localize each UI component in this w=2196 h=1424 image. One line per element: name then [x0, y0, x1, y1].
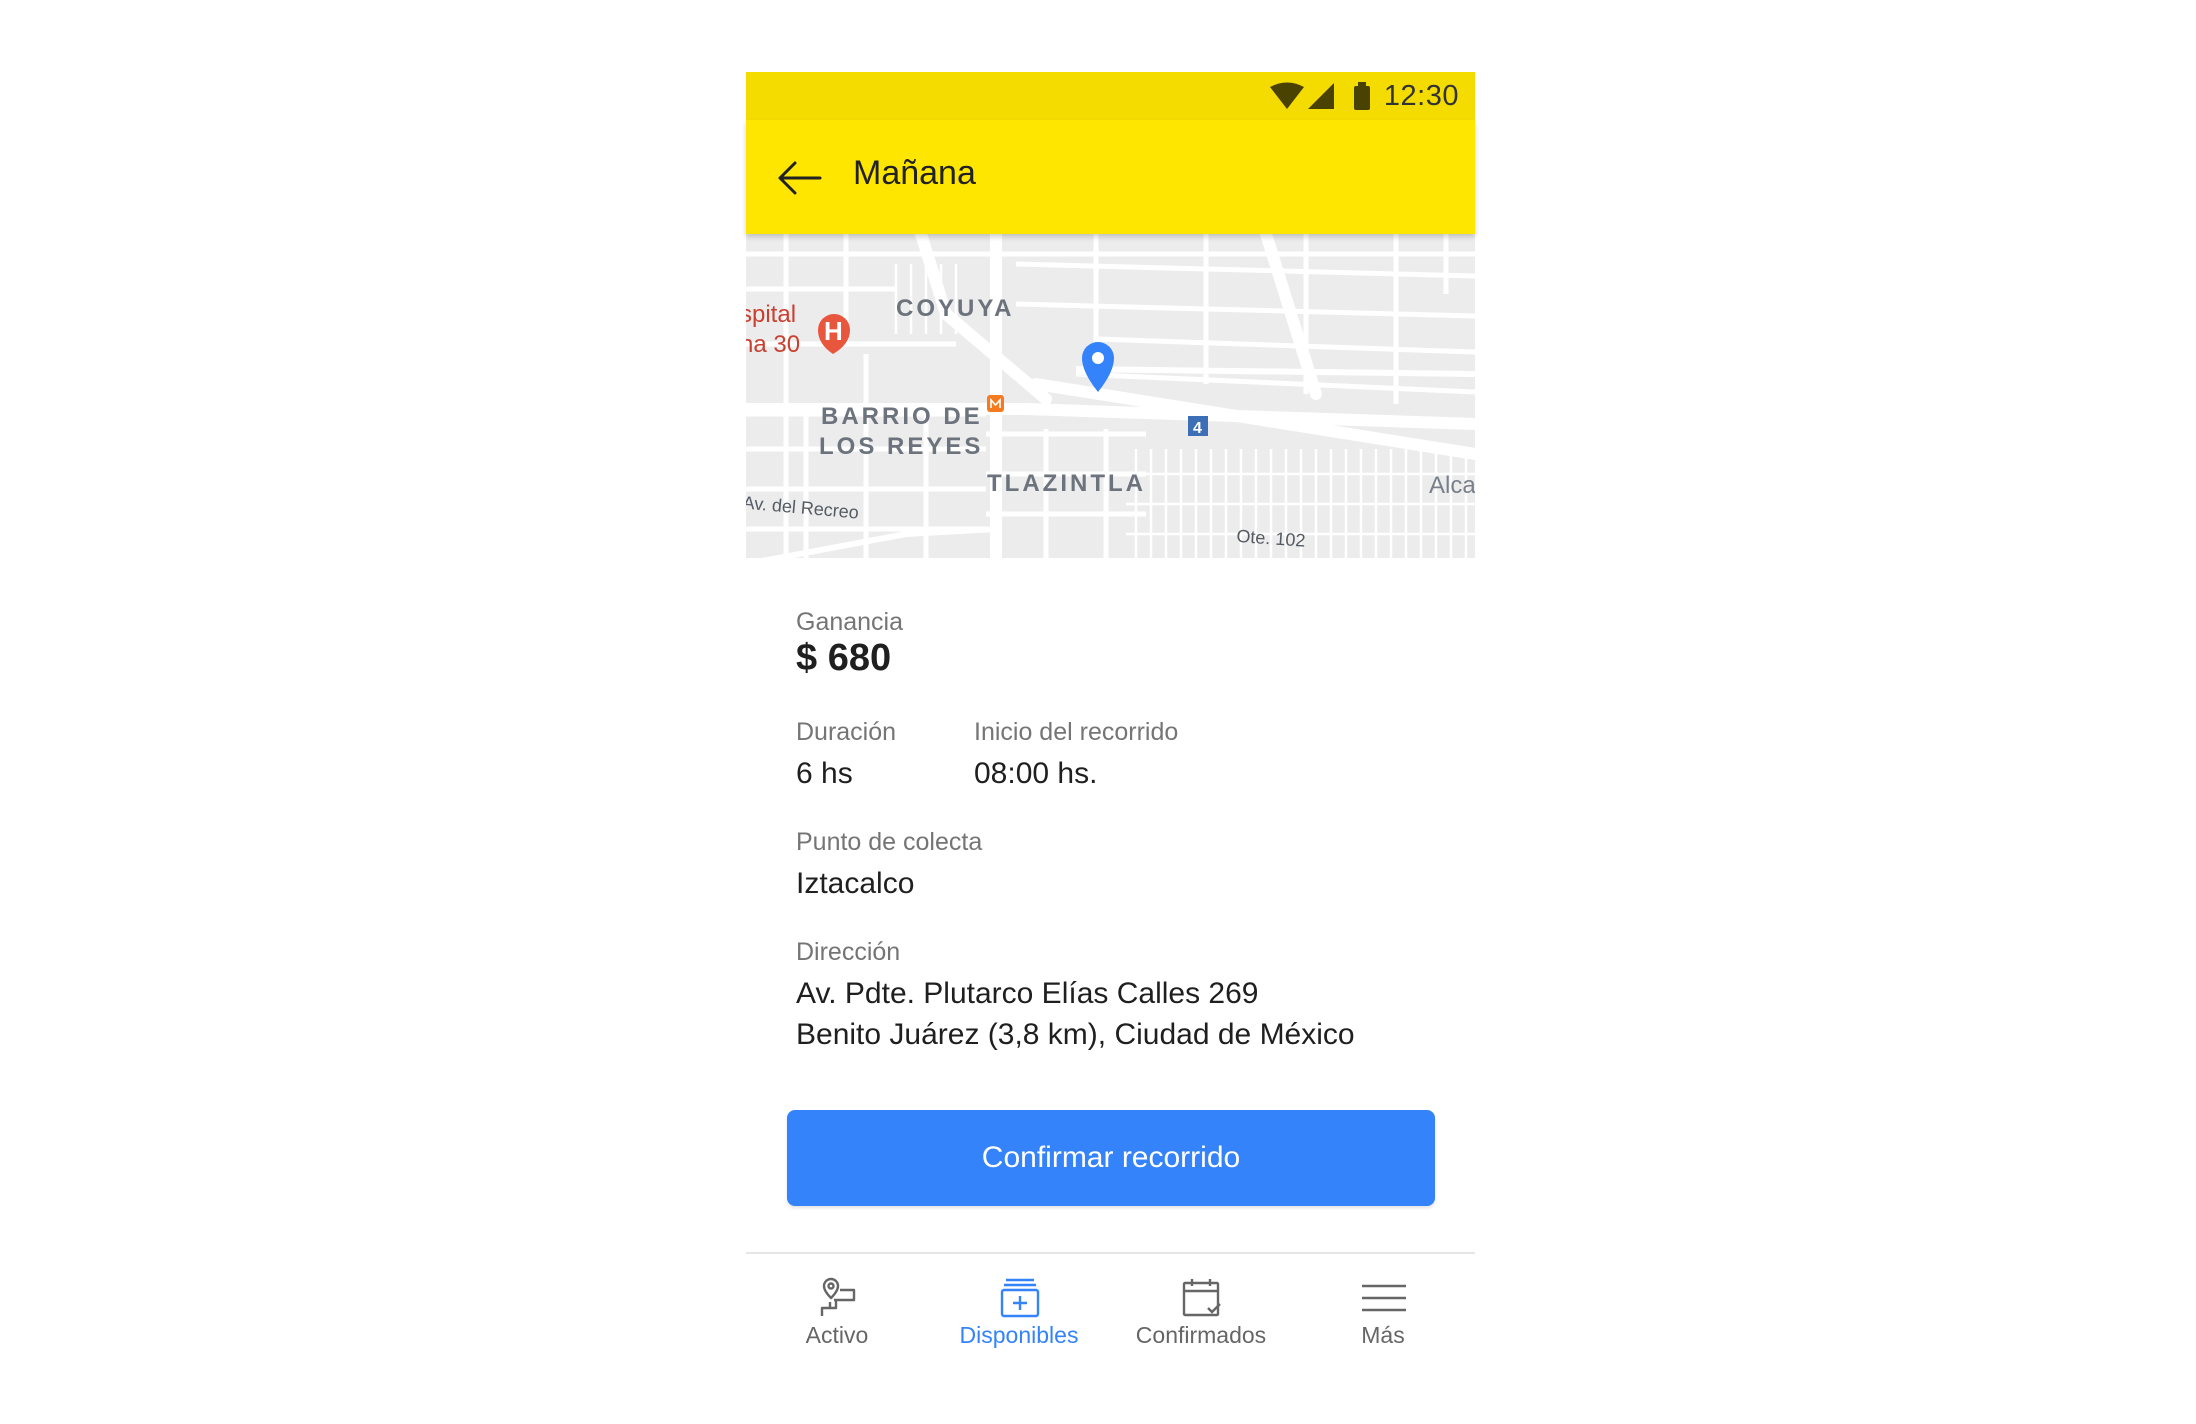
- nav-item-mas[interactable]: Más: [1292, 1254, 1474, 1362]
- map-label-tlazintla: TLAZINTLA: [987, 470, 1146, 497]
- status-time: 12:30: [1383, 80, 1459, 112]
- earnings-block: Ganancia $ 680: [796, 608, 903, 680]
- map-view[interactable]: H spital na 30 COYUYA BARRIO DE LOS REYE…: [746, 234, 1475, 558]
- battery-icon: [1354, 82, 1370, 110]
- address-label: Dirección: [796, 938, 901, 966]
- nav-item-activo[interactable]: Activo: [746, 1254, 928, 1362]
- nav-label-disponibles: Disponibles: [959, 1322, 1079, 1348]
- start-time-value: 08:00 hs.: [974, 757, 1098, 790]
- pickup-block: Punto de colecta Iztacalco: [796, 828, 982, 904]
- nav-item-disponibles[interactable]: Disponibles: [928, 1254, 1110, 1362]
- metro-icon: [987, 395, 1004, 412]
- earnings-value: $ 680: [796, 637, 892, 679]
- stacked-add-icon: [1000, 1278, 1040, 1318]
- status-bar: 12:30: [746, 72, 1475, 120]
- svg-text:4: 4: [1193, 420, 1202, 437]
- map-label-barrio-2: LOS REYES: [819, 433, 983, 460]
- confirm-route-button[interactable]: Confirmar recorrido: [787, 1110, 1435, 1206]
- map-pin-route-icon: [820, 1277, 856, 1316]
- duration-value: 6 hs: [796, 757, 853, 790]
- pickup-value: Iztacalco: [796, 867, 915, 900]
- earnings-label: Ganancia: [796, 608, 904, 636]
- svg-text:H: H: [824, 316, 843, 346]
- start-time-block: Inicio del recorrido 08:00 hs.: [974, 718, 1178, 794]
- metro-line-badge: 4: [1188, 416, 1208, 437]
- phone-screen: 12:30 Mañana H spital na 30 COYUYA BARRI…: [746, 72, 1475, 1362]
- pickup-label: Punto de colecta: [796, 828, 983, 856]
- address-line-2: Benito Juárez (3,8 km), Ciudad de México: [796, 1018, 1355, 1051]
- nav-label-activo: Activo: [805, 1322, 869, 1348]
- start-time-label: Inicio del recorrido: [974, 718, 1179, 746]
- status-icons: [1270, 82, 1370, 110]
- nav-item-confirmados[interactable]: Confirmados: [1110, 1254, 1292, 1362]
- bottom-nav: Activo Disponibles Confirmados Más: [746, 1254, 1475, 1362]
- duration-label: Duración: [796, 718, 897, 746]
- app-bar: Mañana: [746, 120, 1475, 234]
- address-line-1: Av. Pdte. Plutarco Elías Calles 269: [796, 977, 1259, 1010]
- duration-block: Duración 6 hs: [796, 718, 896, 794]
- map-label-barrio-1: BARRIO DE: [821, 403, 983, 430]
- nav-label-confirmados: Confirmados: [1135, 1322, 1267, 1348]
- map-label-hospital-1: spital: [746, 301, 796, 328]
- nav-label-mas: Más: [1361, 1322, 1405, 1348]
- map-canvas: H spital na 30 COYUYA BARRIO DE LOS REYE…: [746, 234, 1475, 558]
- page-title: Mañana: [853, 154, 976, 192]
- signal-icon: [1308, 83, 1334, 109]
- calendar-check-icon: [1182, 1279, 1221, 1317]
- map-label-alca: Alca: [1429, 472, 1475, 499]
- menu-icon: [1362, 1284, 1406, 1312]
- map-label-coyuya: COYUYA: [896, 295, 1014, 322]
- map-label-hospital-2: na 30: [746, 331, 800, 358]
- address-block: Dirección Av. Pdte. Plutarco Elías Calle…: [796, 938, 1456, 1055]
- wifi-icon: [1270, 82, 1304, 109]
- arrow-left-icon[interactable]: [776, 160, 822, 196]
